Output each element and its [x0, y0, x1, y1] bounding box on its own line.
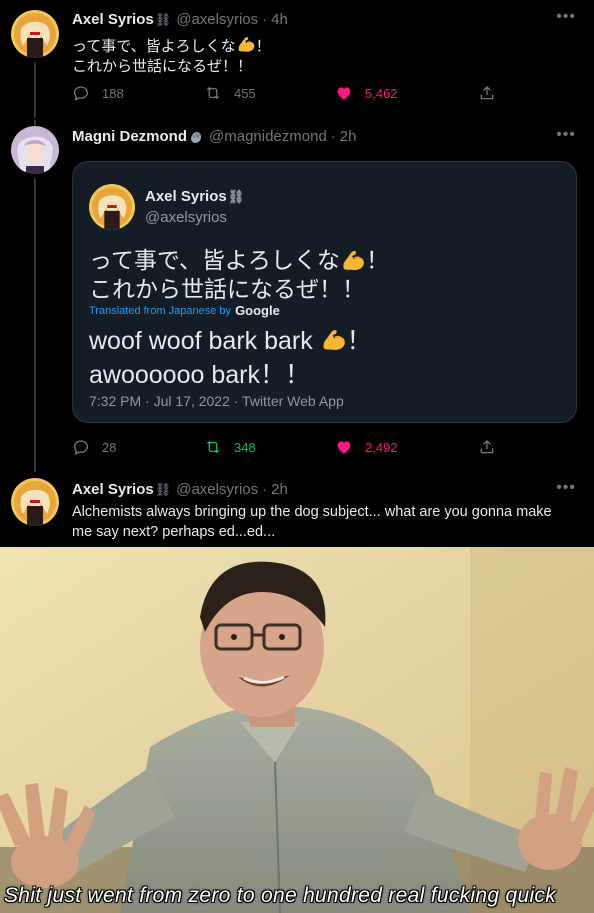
more-icon[interactable]: •••	[556, 8, 576, 26]
action-bar: 188 455 5,462	[72, 84, 512, 108]
translated-text-line: awoooooo bark！！	[89, 361, 310, 389]
tweet-text: って事で、皆よろしくな ！ これから世話になるぜ！！	[72, 34, 577, 77]
thread-line	[34, 178, 36, 472]
retweet-icon	[204, 84, 222, 102]
quoted-text-line-end: ！	[365, 247, 389, 273]
more-icon[interactable]: •••	[556, 479, 576, 497]
quoted-handle: @axelsyrios	[145, 209, 227, 226]
avatar[interactable]	[11, 126, 59, 174]
avatar[interactable]	[11, 10, 59, 58]
tweet-text-line-end: ！	[255, 38, 271, 55]
display-name[interactable]: Magni Dezmond	[72, 128, 187, 145]
like-icon	[335, 84, 353, 102]
hand-emoji-icon	[191, 131, 201, 143]
share-icon	[478, 438, 496, 456]
handle[interactable]: @axelsyrios	[176, 11, 258, 28]
flexed-biceps-emoji	[340, 247, 366, 273]
quoted-text-line: って事で、皆よろしくな	[89, 247, 340, 273]
tweet-text-line: って事で、皆よろしくな	[72, 38, 236, 55]
tweet-2[interactable]: Magni Dezmond @magnidezmond · 2h ••• Axe…	[0, 120, 594, 472]
translated-text-line-end: ！	[346, 327, 372, 355]
retweet-count: 348	[234, 439, 256, 455]
meme-photo	[0, 547, 594, 913]
tweet-header: Axel Syrios ⛓ @axelsyrios · 4h	[72, 11, 288, 28]
avatar	[89, 184, 135, 230]
thread-line	[34, 62, 36, 118]
chain-badge-icon: ⛓	[154, 481, 172, 497]
translation-note[interactable]: Translated from Japanese by Google	[89, 303, 280, 318]
quoted-tweet[interactable]: Axel Syrios⛓ @axelsyrios って事で、皆よろしくな ！ これ…	[72, 161, 577, 423]
avatar-magni-image	[11, 126, 59, 174]
handle[interactable]: @magnidezmond	[209, 128, 327, 145]
quoted-metadata[interactable]: 7:32 PM · Jul 17, 2022 · Twitter Web App	[89, 393, 344, 409]
tweet-text-line: me say next? perhaps ed...ed...	[72, 524, 276, 540]
retweet-icon	[204, 438, 222, 456]
like-icon	[335, 438, 353, 456]
quoted-text: って事で、皆よろしくな ！ これから世話になるぜ！！	[89, 246, 389, 304]
meme-caption: Shit just went from zero to one hundred …	[4, 884, 557, 907]
tweet-text-line: Alchemists always bringing up the dog su…	[72, 504, 552, 520]
flexed-biceps-emoji	[320, 326, 347, 353]
translated-text: woof woof bark bark ！ awoooooo bark！！	[89, 324, 372, 392]
google-logo: Google	[235, 303, 280, 318]
tweet-header: Magni Dezmond @magnidezmond · 2h	[72, 128, 356, 145]
share-icon	[478, 84, 496, 102]
tweet-3[interactable]: Axel Syrios ⛓ @axelsyrios · 2h ••• Alche…	[0, 472, 594, 547]
timestamp[interactable]: 4h	[271, 11, 288, 28]
reply-count: 188	[102, 85, 124, 101]
retweet-button[interactable]: 348	[204, 438, 256, 456]
quoted-text-line: これから世話になるぜ！！	[89, 276, 365, 302]
reply-button[interactable]: 28	[72, 438, 116, 456]
display-name[interactable]: Axel Syrios	[72, 481, 154, 498]
display-name[interactable]: Axel Syrios	[72, 11, 154, 28]
like-button[interactable]: 2,492	[335, 438, 398, 456]
avatar[interactable]	[11, 478, 59, 526]
action-bar: 28 348 2,492	[72, 438, 512, 462]
chain-badge-icon: ⛓	[154, 11, 172, 27]
retweet-button[interactable]: 455	[204, 84, 256, 102]
translated-text-line: woof woof bark bark	[89, 327, 313, 355]
share-button[interactable]	[478, 84, 508, 102]
timestamp[interactable]: 2h	[271, 481, 288, 498]
retweet-count: 455	[234, 85, 256, 101]
tweet-1[interactable]: Axel Syrios ⛓ @axelsyrios · 4h ••• って事で、…	[0, 0, 594, 120]
reply-count: 28	[102, 439, 117, 455]
tweet-header: Axel Syrios ⛓ @axelsyrios · 2h	[72, 481, 288, 498]
separator-dot: ·	[330, 128, 336, 145]
separator-dot: ·	[262, 481, 268, 498]
separator-dot: ·	[262, 11, 268, 28]
chain-badge-icon: ⛓	[227, 189, 245, 204]
reply-button[interactable]: 188	[72, 84, 124, 102]
avatar-axel-image	[11, 10, 59, 58]
translated-from-label: Translated from Japanese by	[89, 304, 232, 317]
timestamp[interactable]: 2h	[340, 128, 357, 145]
reply-icon	[72, 438, 90, 456]
tweet-text-line: これから世話になるぜ！！	[72, 58, 253, 75]
avatar-axel-image	[89, 184, 135, 230]
quoted-display-name: Axel Syrios⛓	[145, 188, 244, 205]
more-icon[interactable]: •••	[556, 126, 576, 144]
reply-icon	[72, 84, 90, 102]
like-count: 5,462	[365, 85, 398, 101]
meme-image[interactable]: Shit just went from zero to one hundred …	[0, 547, 594, 913]
like-count: 2,492	[365, 439, 398, 455]
tweet-text: Alchemists always bringing up the dog su…	[72, 502, 577, 542]
quoted-name-text: Axel Syrios	[145, 188, 227, 205]
flexed-biceps-emoji	[236, 34, 256, 54]
avatar-axel-image	[11, 478, 59, 526]
like-button[interactable]: 5,462	[335, 84, 398, 102]
share-button[interactable]	[478, 438, 508, 456]
handle[interactable]: @axelsyrios	[176, 481, 258, 498]
